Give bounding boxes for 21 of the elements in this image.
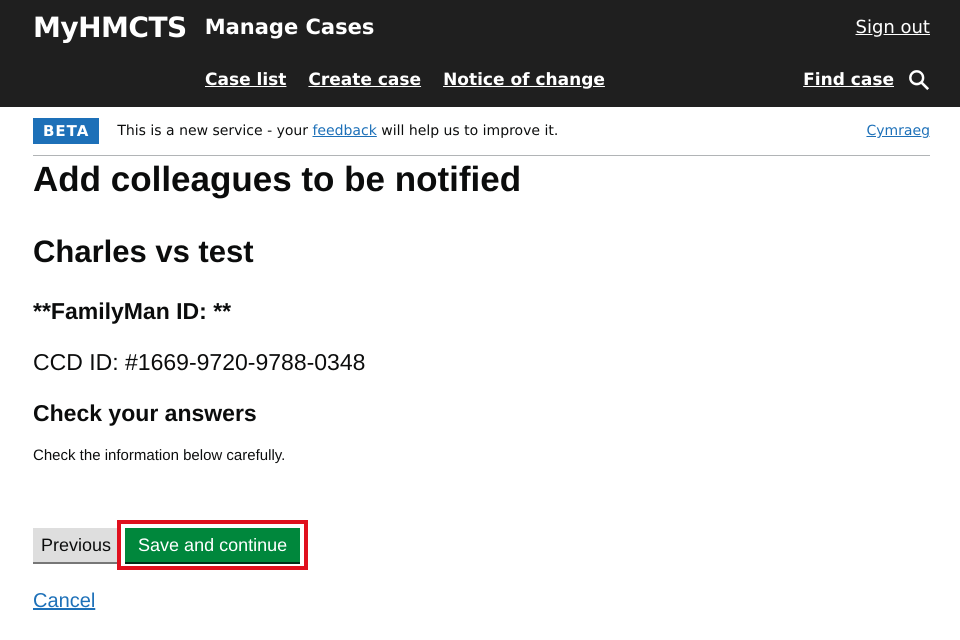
banner-text: This is a new service - your feedback will help us to improve it. [117, 123, 558, 139]
previous-button[interactable]: Previous [33, 528, 120, 562]
cancel-link[interactable]: Cancel [33, 590, 96, 613]
logo: MyHMCTS [33, 10, 187, 44]
sign-out-link[interactable]: Sign out [856, 16, 930, 38]
case-name: Charles vs test [33, 234, 255, 270]
nav-link[interactable]: Notice of change [443, 70, 605, 90]
service-name: Manage Cases [204, 15, 374, 39]
save-button[interactable]: Save and continue [125, 528, 300, 562]
beta-tag: BETA [33, 118, 100, 144]
section-heading: Check your answers [33, 400, 258, 427]
ccd-id: CCD ID: #1669-9720-9788-0348 [33, 349, 366, 376]
feedback-link[interactable]: feedback [312, 123, 377, 139]
nav-link[interactable]: Case list [205, 70, 286, 90]
language-link[interactable]: Cymraeg [866, 123, 930, 139]
page-title: Add colleagues to be notified [33, 160, 522, 200]
find-case-link[interactable]: Find case [803, 70, 894, 90]
familyman-id: **FamilyMan ID: ** [33, 298, 232, 325]
nav-link[interactable]: Create case [308, 70, 422, 90]
hint-text: Check the information below carefully. [33, 447, 286, 464]
search-icon[interactable] [908, 69, 930, 91]
